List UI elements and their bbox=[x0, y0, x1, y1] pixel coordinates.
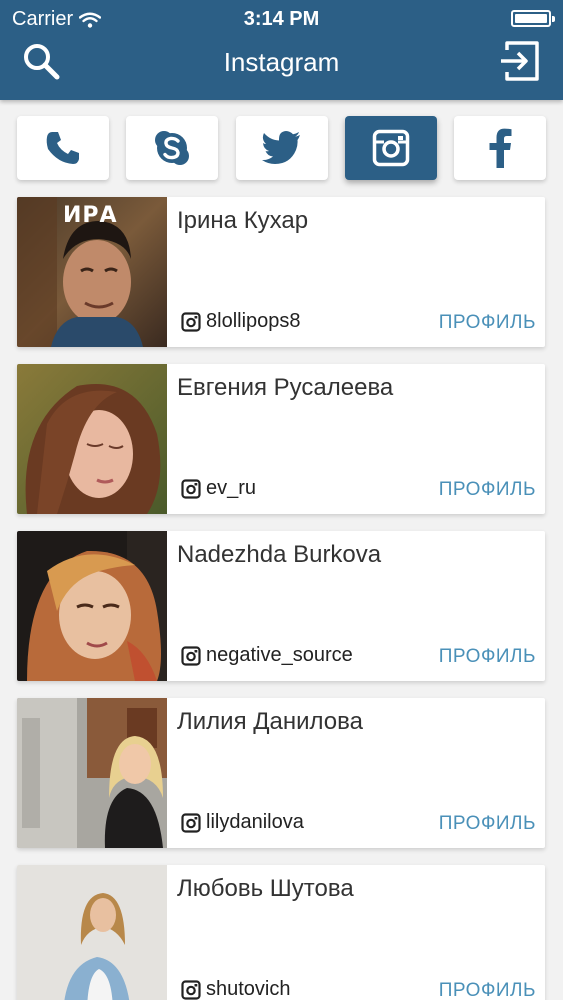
facebook-icon bbox=[489, 128, 512, 168]
handle-text: negative_source bbox=[206, 644, 353, 666]
avatar bbox=[17, 865, 167, 1000]
list-item[interactable]: Лилия Данилова lilydanilova ПРОФИЛЬ bbox=[17, 698, 545, 848]
list-item[interactable]: Nadezhda Burkova negative_source ПРОФИЛЬ bbox=[17, 531, 545, 681]
phone-icon bbox=[46, 132, 79, 164]
instagram-icon bbox=[181, 645, 201, 666]
tab-facebook[interactable] bbox=[454, 116, 546, 180]
list-item[interactable]: Евгения Русалеева ev_ru ПРОФИЛЬ bbox=[17, 364, 545, 514]
instagram-icon bbox=[181, 478, 201, 499]
contact-type-tabs bbox=[0, 116, 563, 182]
user-handle: lilydanilova bbox=[181, 811, 304, 834]
avatar bbox=[17, 698, 167, 848]
user-name: Любовь Шутова bbox=[177, 875, 354, 902]
user-name: Ірина Кухар bbox=[177, 207, 309, 234]
user-handle: 8lollipops8 bbox=[181, 310, 301, 333]
instagram-icon bbox=[181, 812, 201, 833]
instagram-icon bbox=[372, 129, 410, 167]
nav-bar: Carrier 3:14 PM Instagram bbox=[0, 0, 563, 100]
list-item[interactable]: ИРА Ірина Кухар 8lollipops8 ПРОФИЛЬ bbox=[17, 197, 545, 347]
list-item[interactable]: Любовь Шутова shutovich ПРОФИЛЬ bbox=[17, 865, 545, 1000]
logout-icon bbox=[501, 41, 539, 81]
avatar bbox=[17, 364, 167, 514]
tab-twitter[interactable] bbox=[236, 116, 328, 180]
status-bar: Carrier 3:14 PM bbox=[0, 0, 563, 38]
handle-text: 8lollipops8 bbox=[206, 310, 301, 332]
profile-button[interactable]: ПРОФИЛЬ bbox=[439, 813, 536, 835]
handle-text: ev_ru bbox=[206, 477, 257, 499]
tab-skype[interactable] bbox=[126, 116, 218, 180]
user-name: Nadezhda Burkova bbox=[177, 541, 382, 568]
handle-text: shutovich bbox=[206, 978, 291, 1000]
logout-button[interactable] bbox=[497, 38, 543, 84]
instagram-icon bbox=[181, 979, 201, 1000]
user-handle: ev_ru bbox=[181, 477, 256, 500]
twitter-icon bbox=[262, 131, 300, 164]
page-title: Instagram bbox=[223, 47, 340, 77]
profile-button[interactable]: ПРОФИЛЬ bbox=[439, 980, 536, 1000]
user-handle: shutovich bbox=[181, 978, 291, 1000]
handle-text: lilydanilova bbox=[206, 811, 304, 833]
battery-icon bbox=[511, 10, 555, 27]
profile-button[interactable]: ПРОФИЛЬ bbox=[439, 479, 536, 501]
avatar bbox=[17, 531, 167, 681]
profile-button[interactable]: ПРОФИЛЬ bbox=[439, 646, 536, 668]
user-name: Евгения Русалеева bbox=[177, 374, 394, 401]
instagram-icon bbox=[181, 311, 201, 332]
avatar-caption: ИРА bbox=[63, 203, 118, 228]
user-handle: negative_source bbox=[181, 644, 353, 667]
status-time: 3:14 PM bbox=[243, 8, 320, 30]
profile-button[interactable]: ПРОФИЛЬ bbox=[439, 312, 536, 334]
tab-phone[interactable] bbox=[17, 116, 109, 180]
avatar: ИРА bbox=[17, 197, 167, 347]
tab-instagram[interactable] bbox=[345, 116, 437, 180]
user-name: Лилия Данилова bbox=[177, 708, 363, 735]
skype-icon bbox=[155, 131, 189, 165]
